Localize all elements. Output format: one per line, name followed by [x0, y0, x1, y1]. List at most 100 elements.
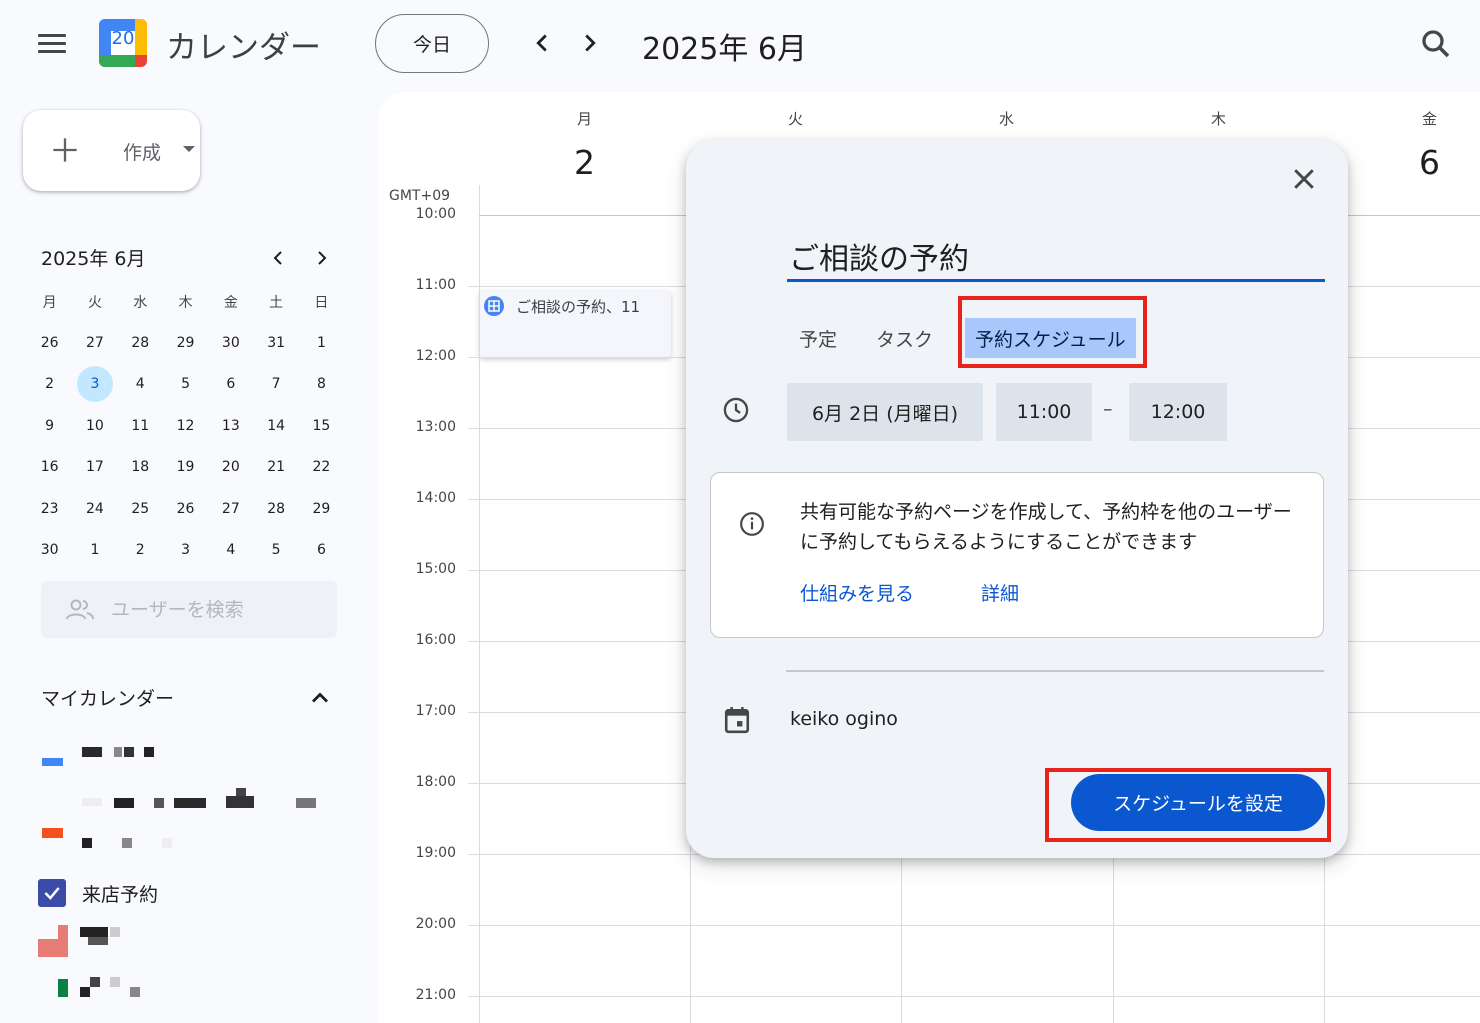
mini-day[interactable]: 26 — [27, 322, 72, 363]
details-link[interactable]: 詳細 — [981, 579, 1019, 606]
mini-day-number[interactable]: 26 — [33, 326, 67, 360]
mini-day[interactable]: 6 — [299, 529, 344, 570]
mini-day-number[interactable]: 10 — [78, 409, 112, 443]
mini-day[interactable]: 20 — [208, 447, 253, 488]
mini-day-number[interactable]: 1 — [78, 533, 112, 567]
mini-day-number[interactable]: 30 — [33, 533, 67, 567]
mini-day[interactable]: 5 — [253, 529, 298, 570]
mini-day-number[interactable]: 29 — [304, 492, 338, 526]
mini-day-number[interactable]: 6 — [214, 367, 248, 401]
tab-appointment-schedule[interactable]: 予約スケジュール — [965, 318, 1136, 358]
mini-day[interactable]: 19 — [163, 447, 208, 488]
mini-day-number[interactable]: 6 — [304, 533, 338, 567]
end-time-chip[interactable]: 12:00 — [1129, 383, 1227, 441]
mini-day-number[interactable]: 30 — [214, 326, 248, 360]
mini-day-number[interactable]: 31 — [259, 326, 293, 360]
mini-day[interactable]: 4 — [208, 529, 253, 570]
tab-event[interactable]: 予定 — [799, 318, 837, 358]
mini-day-number[interactable]: 8 — [304, 367, 338, 401]
mini-day[interactable]: 31 — [253, 322, 298, 363]
close-icon[interactable] — [1289, 164, 1319, 194]
mini-day[interactable]: 9 — [27, 405, 72, 446]
mini-day-number[interactable]: 9 — [33, 409, 67, 443]
day-column-header[interactable]: 火 — [690, 92, 901, 143]
mini-day[interactable]: 15 — [299, 405, 344, 446]
mini-day[interactable]: 1 — [299, 322, 344, 363]
mini-day-number[interactable]: 18 — [123, 450, 157, 484]
mini-day[interactable]: 13 — [208, 405, 253, 446]
menu-icon[interactable] — [38, 34, 66, 54]
mini-day[interactable]: 2 — [27, 364, 72, 405]
mini-day[interactable]: 22 — [299, 447, 344, 488]
mini-day[interactable]: 5 — [163, 364, 208, 405]
mini-day[interactable]: 26 — [163, 488, 208, 529]
mini-day[interactable]: 3 — [163, 529, 208, 570]
day-number[interactable]: 2 — [479, 143, 690, 182]
how-it-works-link[interactable]: 仕組みを見る — [800, 579, 914, 606]
mini-day[interactable]: 1 — [72, 529, 117, 570]
mini-day-number[interactable]: 7 — [259, 367, 293, 401]
mini-day[interactable]: 11 — [118, 405, 163, 446]
mini-day-number[interactable]: 28 — [259, 492, 293, 526]
mini-day[interactable]: 7 — [253, 364, 298, 405]
mini-day-number[interactable]: 25 — [123, 492, 157, 526]
mini-day-number[interactable]: 12 — [169, 409, 203, 443]
mini-day-number[interactable]: 13 — [214, 409, 248, 443]
mini-day[interactable]: 2 — [118, 529, 163, 570]
mini-day-number[interactable]: 14 — [259, 409, 293, 443]
user-search-input[interactable] — [111, 598, 331, 621]
mini-prev-icon[interactable] — [266, 246, 290, 270]
mini-day[interactable]: 16 — [27, 447, 72, 488]
create-button[interactable]: 作成 — [23, 110, 200, 191]
mini-day-number[interactable]: 20 — [214, 450, 248, 484]
mini-day-number[interactable]: 1 — [304, 326, 338, 360]
mini-day-number[interactable]: 16 — [33, 450, 67, 484]
day-column-header[interactable]: 木 — [1113, 92, 1324, 143]
mini-day-number[interactable]: 11 — [123, 409, 157, 443]
mini-day[interactable]: 6 — [208, 364, 253, 405]
mini-day[interactable]: 28 — [253, 488, 298, 529]
mini-day[interactable]: 17 — [72, 447, 117, 488]
start-time-chip[interactable]: 11:00 — [996, 383, 1092, 441]
mini-day[interactable]: 27 — [208, 488, 253, 529]
chevron-right-icon[interactable] — [575, 28, 605, 58]
mini-day-number[interactable]: 3 — [169, 533, 203, 567]
mini-day[interactable]: 14 — [253, 405, 298, 446]
mini-day-number[interactable]: 21 — [259, 450, 293, 484]
mini-day-number[interactable]: 29 — [169, 326, 203, 360]
mini-day[interactable]: 12 — [163, 405, 208, 446]
mini-day[interactable]: 8 — [299, 364, 344, 405]
event-title-input[interactable] — [787, 232, 1325, 282]
mini-day-number[interactable]: 5 — [259, 533, 293, 567]
mini-day[interactable]: 29 — [299, 488, 344, 529]
calendar-item-reservation[interactable]: 来店予約 — [38, 879, 158, 907]
mini-day[interactable]: 24 — [72, 488, 117, 529]
mini-day-number[interactable]: 27 — [78, 326, 112, 360]
mini-day[interactable]: 30 — [208, 322, 253, 363]
checkbox-checked-icon[interactable] — [38, 879, 66, 907]
mini-day-number[interactable]: 24 — [78, 492, 112, 526]
mini-day[interactable]: 10 — [72, 405, 117, 446]
mini-day[interactable]: 25 — [118, 488, 163, 529]
mini-day-number[interactable]: 19 — [169, 450, 203, 484]
mini-day[interactable]: 30 — [27, 529, 72, 570]
mini-day-number[interactable]: 28 — [123, 326, 157, 360]
mini-day-number[interactable]: 23 — [33, 492, 67, 526]
chevron-left-icon[interactable] — [527, 28, 557, 58]
mini-day-number[interactable]: 15 — [304, 409, 338, 443]
user-search-box[interactable] — [41, 581, 337, 638]
chevron-up-icon[interactable] — [306, 684, 334, 712]
mini-day-number[interactable]: 5 — [169, 367, 203, 401]
event-chip[interactable]: ご相談の予約、11 — [479, 290, 671, 358]
mini-day-number[interactable]: 17 — [78, 450, 112, 484]
tab-task[interactable]: タスク — [876, 318, 933, 358]
today-button[interactable]: 今日 — [375, 14, 489, 73]
day-column-header[interactable]: 水 — [901, 92, 1112, 143]
mini-day-number[interactable]: 22 — [304, 450, 338, 484]
mini-day-number[interactable]: 4 — [123, 367, 157, 401]
mini-day[interactable]: 29 — [163, 322, 208, 363]
mini-day[interactable]: 23 — [27, 488, 72, 529]
mini-day-number[interactable]: 2 — [123, 533, 157, 567]
mini-day-number[interactable]: 3 — [76, 366, 113, 403]
set-schedule-button[interactable]: スケジュールを設定 — [1071, 774, 1325, 831]
